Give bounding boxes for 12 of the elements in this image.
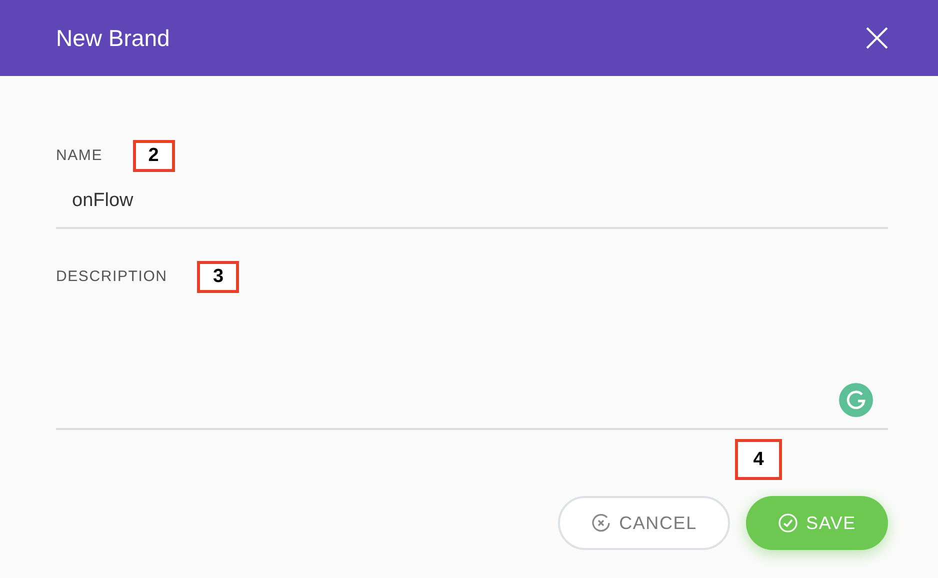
annotation-badge: 3 [197,260,240,292]
grammar-assistant-icon[interactable] [839,383,873,417]
field-label: NAME [56,147,103,164]
dialog-title: New Brand [56,24,170,52]
check-circle-icon [778,513,798,533]
field-label: DESCRIPTION [56,268,168,285]
cancel-icon [591,513,612,533]
input-field[interactable]: onFlow [56,174,888,229]
annotation-badge: 2 [132,140,175,172]
annotation-badge: 4 [735,439,782,480]
cancel-button[interactable]: CANCEL [558,496,730,550]
close-icon[interactable] [866,27,888,49]
